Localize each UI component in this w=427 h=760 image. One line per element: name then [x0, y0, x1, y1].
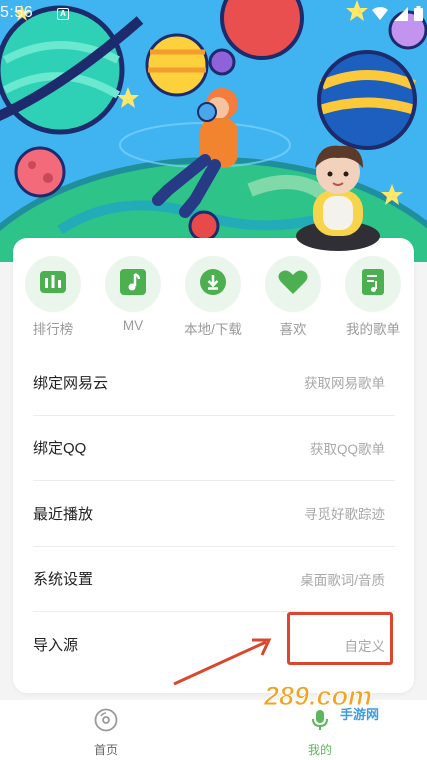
menu-row-system-settings[interactable]: 系统设置 桌面歌词/音质: [33, 547, 395, 612]
status-bar: 5:56 A: [0, 0, 427, 30]
quick-action-circle: [345, 256, 401, 312]
quick-action-my-playlists[interactable]: 我的歌单: [333, 256, 413, 338]
wifi-icon: [372, 7, 388, 25]
quick-action-favorites[interactable]: 喜欢: [253, 256, 333, 338]
watermark-subtext: 手游网: [340, 707, 379, 721]
menu-title: 最近播放: [33, 505, 94, 523]
menu-row-recent-plays[interactable]: 最近播放 寻觅好歌踪迹: [33, 481, 395, 547]
menu-subtitle: 寻觅好歌踪迹: [304, 507, 385, 523]
annotation-arrow-icon: [173, 638, 272, 686]
status-icons: [372, 6, 423, 26]
quick-actions: 排行榜 MV 本地/下载 喜欢 我的歌单: [13, 256, 414, 338]
highlight-annotation-box: [287, 612, 393, 665]
watermark-logo: 289.com 手游网: [263, 681, 380, 722]
menu-row-bind-netease[interactable]: 绑定网易云 获取网易歌单: [33, 350, 395, 416]
signal-icon: [394, 6, 408, 26]
quick-action-mv[interactable]: MV: [93, 256, 173, 333]
music-note-icon: [120, 268, 146, 300]
status-badge: A: [57, 8, 69, 20]
mic-icon: [308, 710, 332, 736]
nav-home[interactable]: 首页: [66, 708, 146, 758]
download-icon: [199, 268, 227, 301]
menu-title: 绑定网易云: [33, 374, 109, 392]
quick-action-label: 我的歌单: [346, 322, 400, 337]
disc-icon: [94, 708, 118, 736]
quick-action-circle: [25, 256, 81, 312]
menu-subtitle: 获取网易歌单: [304, 376, 385, 392]
quick-action-label: 喜欢: [279, 322, 307, 337]
quick-action-label: MV: [122, 318, 144, 333]
cartoon-character: [296, 145, 380, 251]
menu-subtitle: 桌面歌词/音质: [300, 572, 385, 588]
status-time: 5:56: [0, 4, 34, 21]
menu-title: 系统设置: [33, 571, 94, 589]
nav-label: 我的: [307, 743, 332, 757]
nav-label: 首页: [93, 743, 118, 757]
quick-action-circle: [105, 256, 161, 312]
quick-action-circle: [265, 256, 321, 312]
quick-action-label: 排行榜: [32, 322, 74, 337]
header-illustration: [0, 0, 427, 262]
battery-icon: [414, 6, 423, 26]
quick-action-ranking[interactable]: 排行榜: [13, 256, 93, 338]
heart-icon: [278, 269, 308, 300]
menu-subtitle: 获取QQ歌单: [309, 441, 385, 457]
playlist-icon: [362, 268, 384, 300]
quick-action-label: 本地/下载: [184, 322, 242, 337]
menu-title: 导入源: [33, 637, 79, 655]
watermark-text: 289.com: [263, 681, 372, 711]
menu-title: 绑定QQ: [33, 440, 87, 458]
menu-row-bind-qq[interactable]: 绑定QQ 获取QQ歌单: [33, 416, 395, 481]
chart-bars-icon: [40, 270, 66, 298]
quick-action-local-download[interactable]: 本地/下载: [173, 256, 253, 338]
quick-action-circle: [185, 256, 241, 312]
